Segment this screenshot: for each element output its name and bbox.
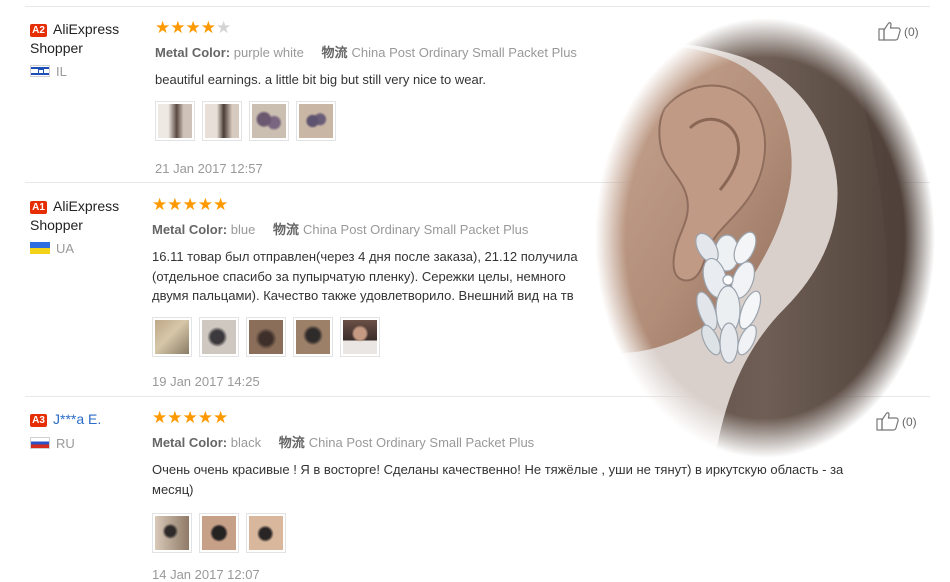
photo-thumbnail[interactable] bbox=[293, 316, 333, 357]
reviewer-country: RU bbox=[30, 436, 145, 451]
photo-thumbnail[interactable] bbox=[296, 100, 336, 141]
reviewer-country: IL bbox=[30, 64, 145, 79]
reviewer-info: A1 AliExpress Shopper UA bbox=[30, 197, 145, 256]
photo-thumbnail[interactable] bbox=[340, 316, 380, 357]
star-rating: ★★★★★ bbox=[155, 19, 595, 37]
level-badge: A3 bbox=[30, 414, 47, 427]
star-icon: ★ bbox=[170, 18, 186, 37]
photo-thumbnail[interactable] bbox=[202, 100, 242, 141]
flag-ru-icon bbox=[30, 437, 50, 449]
photo-thumbnail[interactable] bbox=[199, 513, 239, 553]
star-icon: ★ bbox=[155, 18, 171, 37]
photo-thumbnail[interactable] bbox=[249, 100, 289, 141]
star-icon: ★ bbox=[152, 195, 168, 214]
star-icon: ★ bbox=[185, 18, 201, 37]
photo-thumbnail[interactable] bbox=[246, 513, 286, 553]
star-icon: ★ bbox=[197, 408, 213, 427]
photo-thumbnail[interactable] bbox=[152, 316, 192, 357]
star-icon: ★ bbox=[197, 195, 213, 214]
photo-thumbnails bbox=[152, 513, 892, 553]
level-badge: A2 bbox=[30, 24, 47, 37]
photo-thumbnail[interactable] bbox=[246, 316, 286, 357]
star-icon: ★ bbox=[152, 408, 168, 427]
star-rating: ★★★★★ bbox=[152, 196, 612, 214]
reviewer-name-link[interactable]: J***a E. bbox=[53, 411, 101, 427]
reviewer-name: A2 AliExpress Shopper bbox=[30, 21, 120, 56]
reviewer-info: A2 AliExpress Shopper IL bbox=[30, 20, 145, 79]
review-meta: Metal Color: purple white 物流 China Post O… bbox=[155, 45, 577, 60]
star-icon: ★ bbox=[182, 408, 198, 427]
star-icon: ★ bbox=[200, 18, 216, 37]
photo-thumbnails bbox=[152, 316, 612, 357]
helpful-button[interactable]: (0) bbox=[878, 21, 919, 41]
star-icon: ★ bbox=[167, 195, 183, 214]
reviewer-name: A3 J***a E. bbox=[30, 410, 145, 429]
flag-il-icon bbox=[30, 65, 50, 77]
flag-ua-icon bbox=[30, 242, 50, 254]
thumbs-up-icon bbox=[878, 22, 901, 41]
star-icon: ★ bbox=[213, 195, 229, 214]
photo-thumbnails bbox=[155, 100, 595, 141]
reviewer-info: A3 J***a E. RU bbox=[30, 410, 145, 451]
thumbs-up-icon bbox=[876, 412, 899, 431]
star-icon: ★ bbox=[213, 408, 229, 427]
helpful-button[interactable]: (0) bbox=[876, 411, 917, 431]
reviewer-name: A1 AliExpress Shopper bbox=[30, 198, 120, 233]
photo-thumbnail[interactable] bbox=[155, 100, 195, 141]
reviewer-country: UA bbox=[30, 241, 145, 256]
review-meta: Metal Color: blue 物流 China Post Ordinary … bbox=[152, 222, 529, 237]
star-icon: ★ bbox=[216, 18, 232, 37]
divider bbox=[25, 6, 930, 7]
review-text: 16.11 товар был отправлен(через 4 дня по… bbox=[152, 249, 578, 303]
star-icon: ★ bbox=[167, 408, 183, 427]
photo-thumbnail[interactable] bbox=[152, 513, 192, 553]
level-badge: A1 bbox=[30, 201, 47, 214]
photo-thumbnail[interactable] bbox=[199, 316, 239, 357]
review-date: 19 Jan 2017 14:25 bbox=[152, 373, 260, 389]
photo-preview[interactable] bbox=[595, 18, 935, 458]
review-text: beautiful earnings. a little bit big but… bbox=[155, 72, 486, 87]
earring-photo bbox=[595, 18, 935, 458]
review-date: 14 Jan 2017 12:07 bbox=[152, 567, 260, 582]
star-icon: ★ bbox=[182, 195, 198, 214]
review-text: Очень очень красивые ! Я в восторге! Сде… bbox=[152, 462, 844, 497]
review-date: 21 Jan 2017 12:57 bbox=[155, 160, 263, 176]
